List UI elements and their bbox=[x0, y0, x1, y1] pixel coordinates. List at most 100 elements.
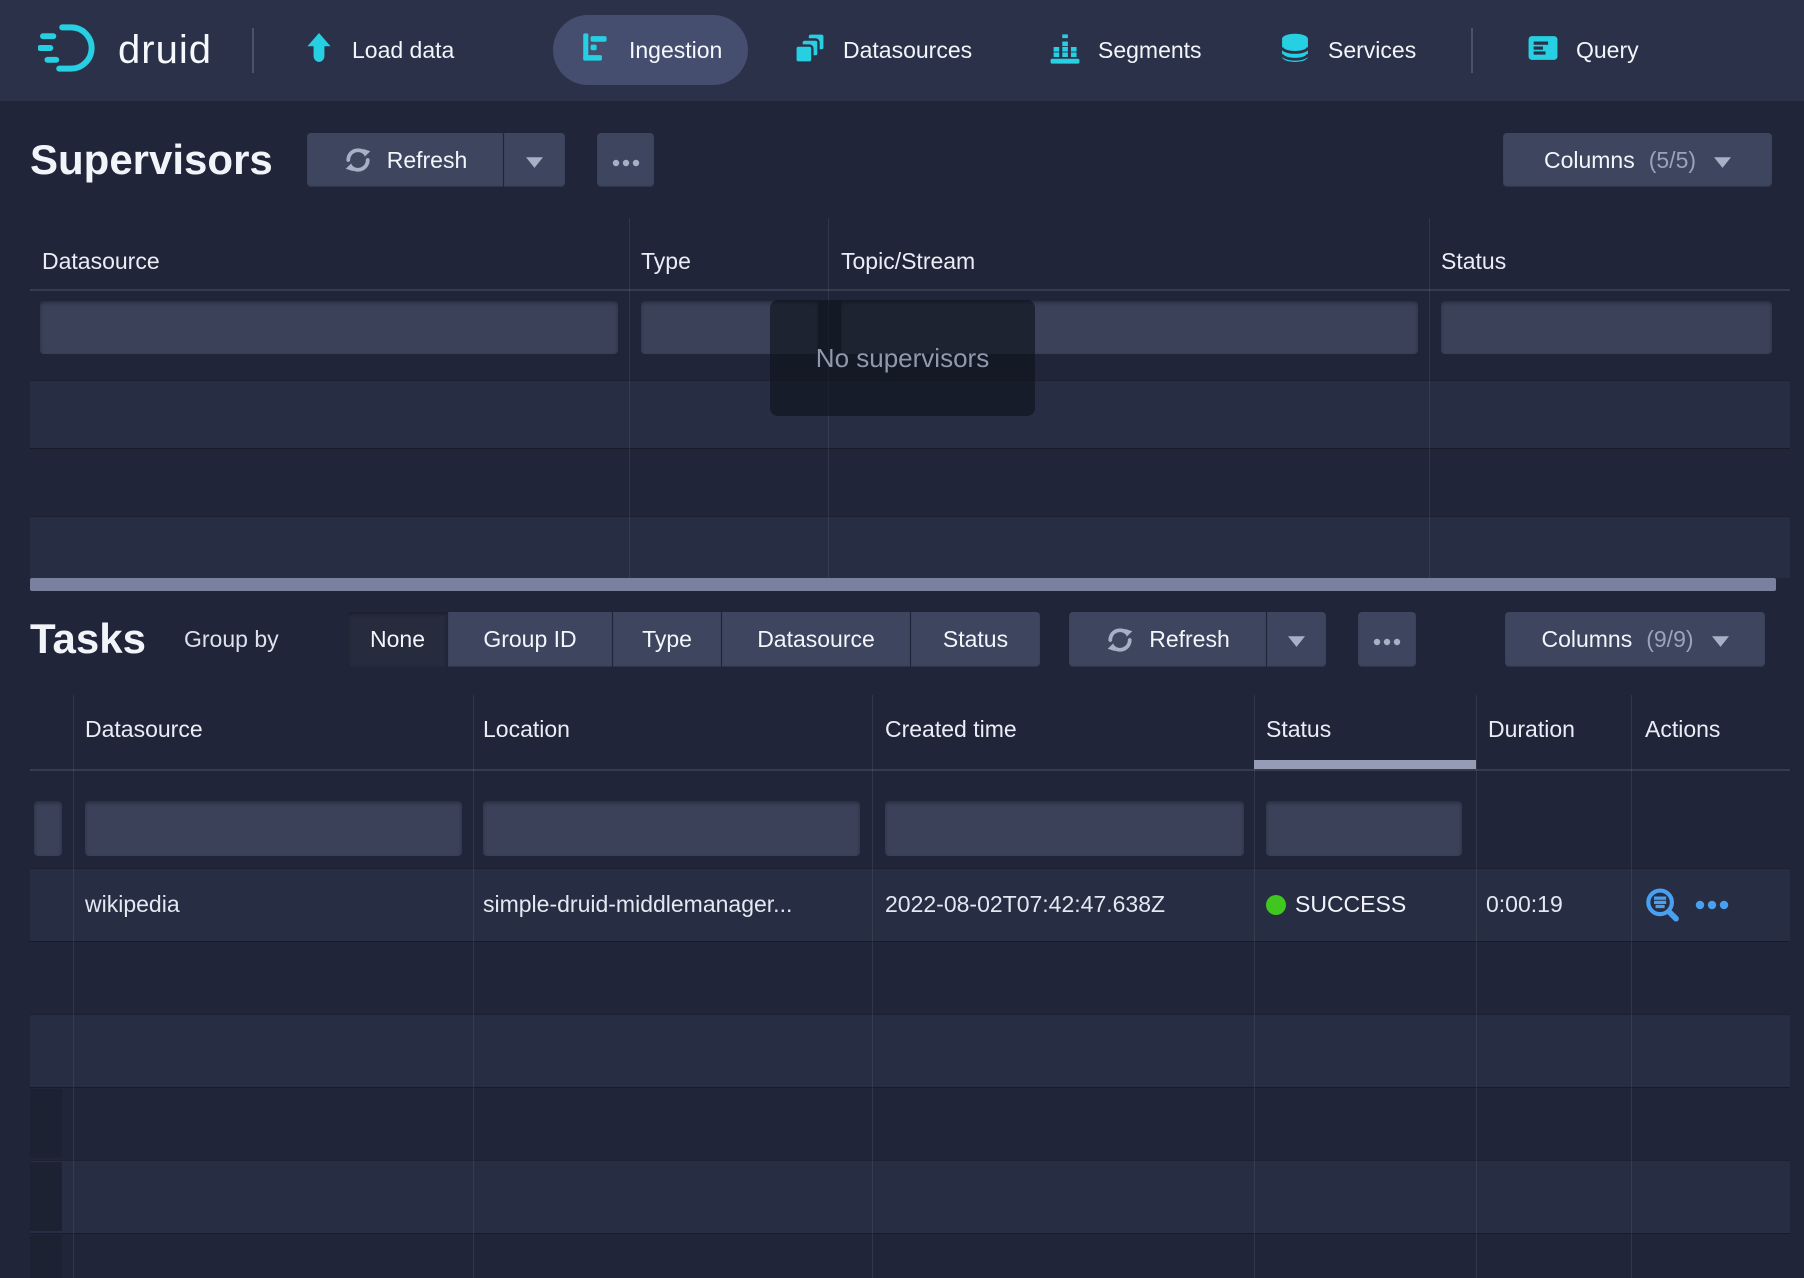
nav-item-segments[interactable]: Segments bbox=[1048, 0, 1202, 101]
cell-created-time: 2022-08-02T07:42:47.638Z bbox=[885, 891, 1165, 918]
filter-input-gutter[interactable] bbox=[34, 801, 62, 856]
filter-input-location[interactable] bbox=[483, 801, 860, 856]
row-divider bbox=[30, 1233, 1790, 1234]
nav-item-load-data[interactable]: Load data bbox=[302, 0, 454, 101]
database-icon bbox=[1278, 31, 1312, 71]
filter-input-status[interactable] bbox=[1266, 801, 1462, 856]
column-header-datasource[interactable]: Datasource bbox=[42, 248, 160, 275]
chevron-down-icon bbox=[1712, 626, 1729, 653]
row-divider bbox=[30, 1160, 1790, 1161]
row-divider bbox=[30, 941, 1790, 942]
filter-input-status[interactable] bbox=[1441, 301, 1772, 354]
columns-label: Columns bbox=[1544, 147, 1635, 174]
sort-indicator bbox=[1254, 760, 1476, 769]
cell-datasource: wikipedia bbox=[85, 891, 180, 918]
chevron-down-icon bbox=[1288, 626, 1305, 653]
tasks-more-button[interactable] bbox=[1358, 612, 1416, 667]
tasks-columns-button[interactable]: Columns (9/9) bbox=[1505, 612, 1765, 667]
nav-item-query[interactable]: Query bbox=[1526, 0, 1639, 101]
no-supervisors-overlay: No supervisors bbox=[770, 300, 1035, 416]
group-by-label: Group by bbox=[184, 612, 279, 667]
row-gutter-cell bbox=[30, 1235, 62, 1278]
top-nav: druid Load data Ingestion bbox=[0, 0, 1804, 101]
nav-item-label: Segments bbox=[1098, 37, 1202, 64]
filter-input-created-time[interactable] bbox=[885, 801, 1244, 856]
column-divider bbox=[1476, 695, 1477, 1278]
nav-divider bbox=[252, 28, 254, 73]
chevron-down-icon bbox=[526, 147, 543, 174]
group-button-group-id[interactable]: Group ID bbox=[448, 612, 613, 667]
tasks-refresh-split: Refresh bbox=[1069, 612, 1326, 667]
nav-item-label: Datasources bbox=[843, 37, 972, 64]
row-gutter-cell bbox=[30, 1089, 62, 1158]
column-header-location[interactable]: Location bbox=[483, 716, 570, 743]
refresh-dropdown-button[interactable] bbox=[1267, 612, 1326, 667]
row-actions-menu-icon[interactable] bbox=[1694, 898, 1730, 917]
refresh-button[interactable]: Refresh bbox=[307, 133, 504, 187]
more-icon bbox=[1373, 626, 1401, 653]
brand-wordmark: druid bbox=[118, 28, 212, 73]
column-header-actions[interactable]: Actions bbox=[1645, 716, 1720, 743]
columns-count: (9/9) bbox=[1646, 626, 1693, 653]
column-header-status[interactable]: Status bbox=[1266, 716, 1331, 743]
column-divider bbox=[1631, 695, 1632, 1278]
empty-message: No supervisors bbox=[816, 343, 989, 374]
filter-input-datasource[interactable] bbox=[40, 301, 618, 354]
supervisors-columns-button[interactable]: Columns (5/5) bbox=[1503, 133, 1772, 187]
group-button-none[interactable]: None bbox=[348, 612, 448, 667]
more-icon bbox=[612, 147, 640, 174]
gantt-chart-icon bbox=[579, 30, 613, 70]
row-gutter-cell bbox=[30, 1162, 62, 1231]
cell-location: simple-druid-middlemanager... bbox=[483, 891, 792, 918]
nav-item-services[interactable]: Services bbox=[1278, 0, 1416, 101]
group-button-status[interactable]: Status bbox=[911, 612, 1040, 667]
supervisors-title: Supervisors bbox=[30, 130, 273, 190]
nav-item-label: Query bbox=[1576, 37, 1639, 64]
view-details-icon[interactable] bbox=[1643, 886, 1681, 929]
supervisors-more-button[interactable] bbox=[597, 133, 654, 187]
column-header-datasource[interactable]: Datasource bbox=[85, 716, 203, 743]
column-header-created-time[interactable]: Created time bbox=[885, 716, 1017, 743]
table-row bbox=[30, 1014, 1790, 1087]
group-by-button-group: None Group ID Type Datasource Status bbox=[348, 612, 1040, 667]
columns-count: (5/5) bbox=[1649, 147, 1696, 174]
nav-item-datasources[interactable]: Datasources bbox=[793, 0, 972, 101]
row-divider bbox=[30, 868, 1790, 869]
column-divider bbox=[73, 695, 74, 1278]
row-divider bbox=[30, 448, 1790, 449]
column-header-type[interactable]: Type bbox=[641, 248, 691, 275]
refresh-label: Refresh bbox=[1149, 626, 1230, 653]
nav-item-label: Services bbox=[1328, 37, 1416, 64]
chevron-down-icon bbox=[1714, 147, 1731, 174]
brand[interactable]: druid bbox=[38, 0, 212, 101]
nav-item-ingestion[interactable]: Ingestion bbox=[553, 15, 748, 85]
group-button-type[interactable]: Type bbox=[613, 612, 722, 667]
header-border bbox=[30, 289, 1790, 291]
column-header-topic-stream[interactable]: Topic/Stream bbox=[841, 248, 975, 275]
column-divider bbox=[473, 695, 474, 1278]
cell-duration: 0:00:19 bbox=[1486, 891, 1563, 918]
druid-logo-icon bbox=[38, 20, 104, 82]
refresh-label: Refresh bbox=[387, 147, 468, 174]
columns-label: Columns bbox=[1541, 626, 1632, 653]
group-button-datasource[interactable]: Datasource bbox=[722, 612, 911, 667]
header-border bbox=[30, 769, 1790, 771]
row-divider bbox=[30, 1087, 1790, 1088]
layers-icon bbox=[793, 31, 827, 71]
refresh-icon bbox=[1105, 625, 1135, 655]
nav-divider bbox=[1471, 28, 1473, 73]
segments-chart-icon bbox=[1048, 31, 1082, 71]
column-divider bbox=[629, 218, 630, 578]
nav-item-label: Load data bbox=[352, 37, 454, 64]
row-divider bbox=[30, 516, 1790, 517]
horizontal-scrollbar[interactable] bbox=[30, 578, 1776, 591]
refresh-button[interactable]: Refresh bbox=[1069, 612, 1267, 667]
column-header-duration[interactable]: Duration bbox=[1488, 716, 1575, 743]
row-divider bbox=[30, 1014, 1790, 1015]
tasks-title: Tasks bbox=[30, 609, 146, 669]
filter-input-datasource[interactable] bbox=[85, 801, 462, 856]
column-header-status[interactable]: Status bbox=[1441, 248, 1506, 275]
upload-arrow-icon bbox=[302, 31, 336, 71]
refresh-dropdown-button[interactable] bbox=[504, 133, 565, 187]
column-divider bbox=[872, 695, 873, 1278]
